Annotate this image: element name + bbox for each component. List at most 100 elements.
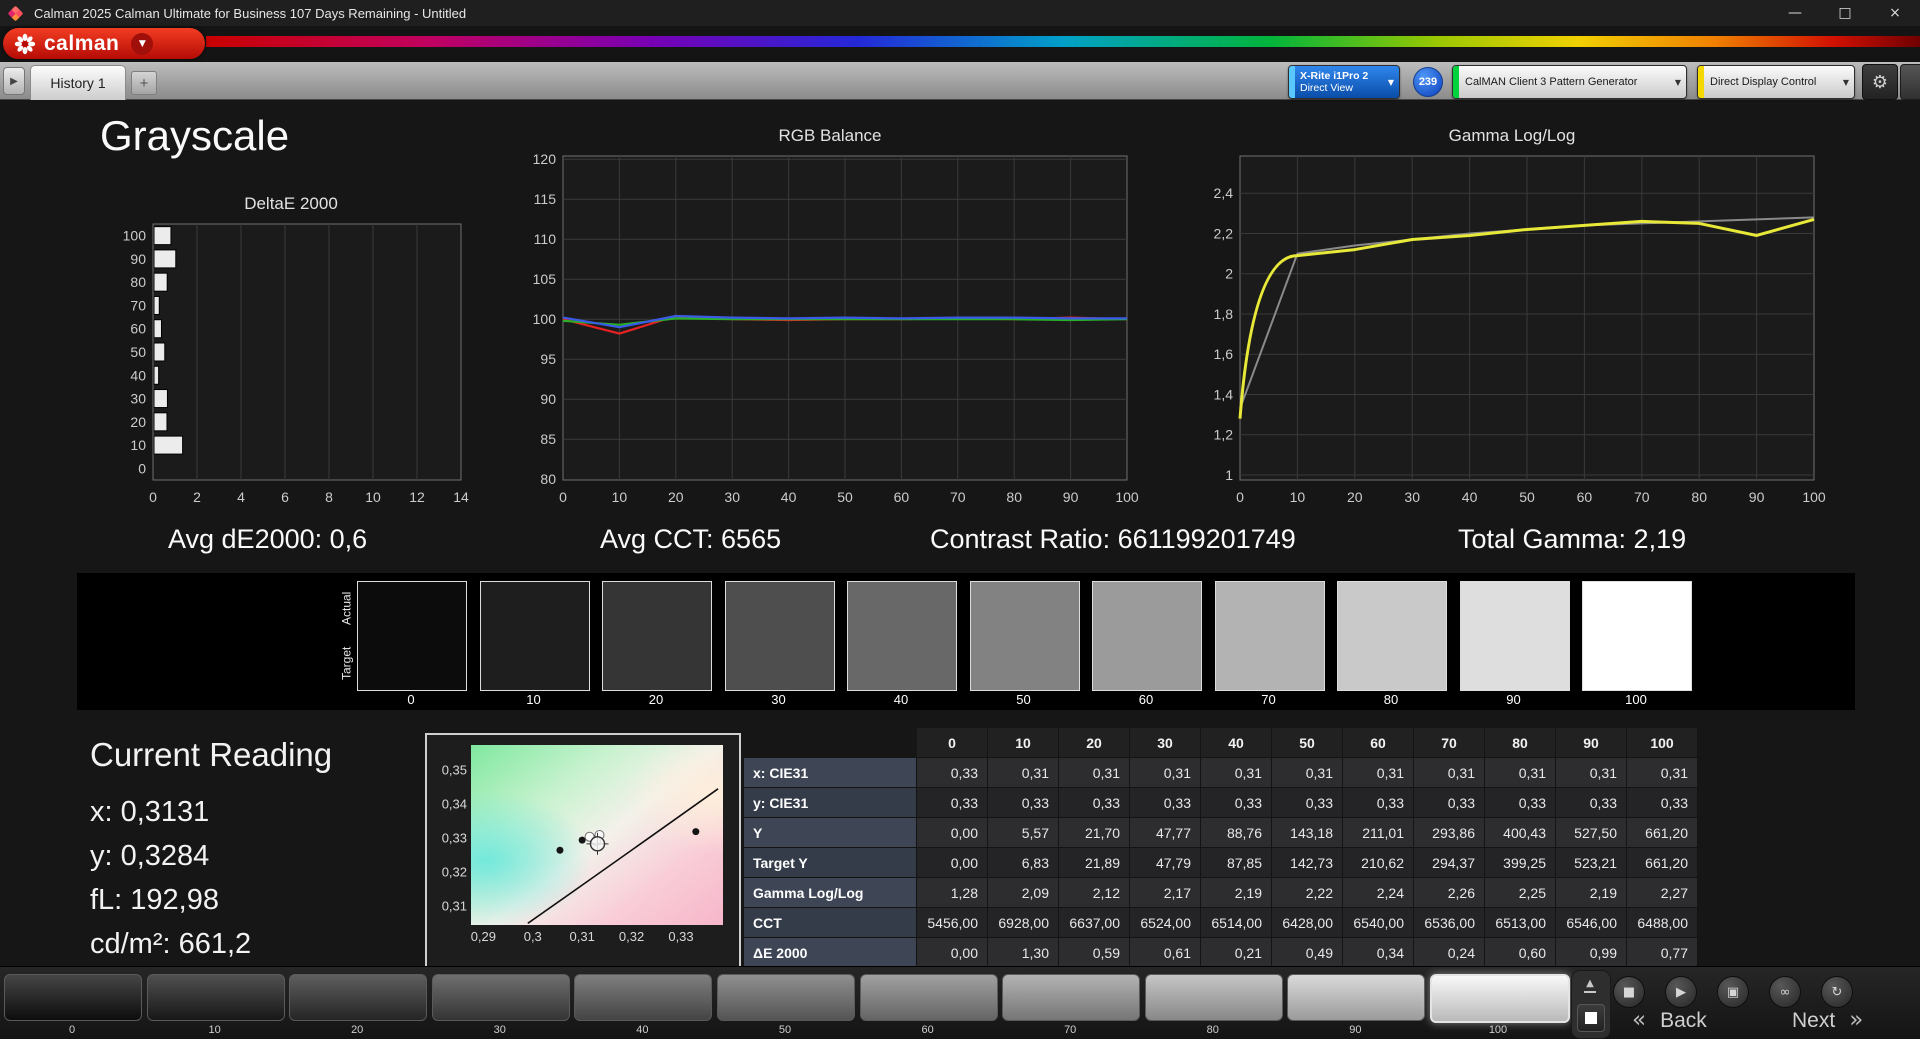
stop-button[interactable]: ■	[1613, 976, 1645, 1008]
patch-button-80[interactable]	[1144, 974, 1283, 1021]
svg-text:10: 10	[1290, 489, 1306, 505]
loop-button[interactable]: ↻	[1821, 976, 1853, 1008]
meter-count-badge[interactable]: 239	[1413, 67, 1443, 97]
minimize-button[interactable]: —	[1770, 0, 1820, 26]
calman-logo-button[interactable]: calman ▼	[3, 28, 205, 59]
cie-x-tick: 0,33	[668, 929, 694, 944]
svg-text:80: 80	[540, 471, 556, 487]
cie-chromaticity-panel: 0,29 0,3 0,31 0,32 0,33 0,35 0,34 0,33 0,32 0,31	[425, 733, 741, 969]
tab-bar: ▶ History 1 + X-Rite i1Pro 2 Direct View…	[0, 62, 1920, 100]
app-icon	[7, 5, 24, 21]
table-cell: 0,00	[916, 817, 988, 848]
display-patch-button[interactable]	[1577, 1004, 1605, 1032]
table-cell: 0,31	[987, 757, 1059, 788]
stop-icon: ■	[1622, 984, 1636, 1000]
row-label: Y	[743, 817, 917, 848]
table-cell: 661,20	[1626, 847, 1698, 878]
current-reading-reticle	[589, 836, 606, 852]
gamma-chart: 0 10 20 30 40 50 60 70 80 90 100 1 1,2 1,4 1,6 1,8 2 2,2 2…	[1192, 148, 1832, 521]
table-cell: 0,99	[1555, 937, 1627, 968]
reading-fl: fL: 192,98	[90, 884, 219, 916]
measured-point	[692, 828, 700, 836]
maximize-button[interactable]: □	[1820, 0, 1870, 26]
continuous-icon: ∞	[1779, 984, 1791, 1000]
chevron-down-icon: ▼	[1387, 77, 1395, 87]
gear-icon: ⚙	[1871, 71, 1889, 93]
patch-button-70[interactable]	[1002, 974, 1141, 1021]
svg-text:70: 70	[950, 489, 966, 505]
svg-text:2,2: 2,2	[1214, 225, 1234, 241]
table-cell: 0,31	[1271, 757, 1343, 788]
close-button[interactable]: ×	[1870, 0, 1920, 26]
next-button[interactable]: Next »	[1792, 1007, 1863, 1033]
patch-button-0[interactable]	[4, 974, 142, 1021]
eject-button[interactable]: ▲	[1576, 973, 1604, 999]
cie-x-tick: 0,29	[470, 929, 496, 944]
row-label: CCT	[743, 907, 917, 938]
table-cell: 88,76	[1200, 817, 1272, 848]
grayscale-swatch-40	[847, 581, 957, 691]
table-cell: 0,31	[1555, 757, 1627, 788]
pattern-generator-dropdown[interactable]: CalMAN Client 3 Pattern Generator ▼	[1452, 65, 1687, 99]
settings-button[interactable]: ⚙	[1862, 64, 1898, 100]
tab-nav-button[interactable]: ▶	[3, 67, 25, 95]
tab-history-1[interactable]: History 1	[30, 65, 126, 100]
svg-text:40: 40	[781, 489, 797, 505]
play-icon: ▶	[1676, 984, 1686, 1000]
svg-text:50: 50	[1519, 489, 1535, 505]
table-cell: 2,19	[1555, 877, 1627, 908]
swatch-level-label: 20	[648, 692, 664, 707]
patch-button-10[interactable]	[146, 974, 285, 1021]
patch-button-60[interactable]	[859, 974, 998, 1021]
display-control-dropdown[interactable]: Direct Display Control ▼	[1697, 65, 1855, 99]
table-cell: 6546,00	[1555, 907, 1627, 938]
svg-text:100: 100	[533, 311, 557, 327]
svg-text:70: 70	[1634, 489, 1650, 505]
svg-text:100: 100	[123, 228, 147, 244]
svg-text:1,6: 1,6	[1214, 346, 1234, 362]
table-cell: 6524,00	[1129, 907, 1201, 938]
rgb-balance-chart-title: RGB Balance	[778, 126, 882, 145]
play-arrow-icon: ▶	[10, 75, 18, 87]
panel-edge-button[interactable]	[1900, 64, 1920, 100]
patch-button-50[interactable]	[717, 974, 855, 1021]
table-cell: 0,31	[1342, 757, 1414, 788]
table-header-cell: 40	[1200, 727, 1272, 758]
table-cell: 0,33	[1555, 787, 1627, 818]
eject-icon: ▲	[1586, 978, 1594, 989]
table-cell: 0,59	[1058, 937, 1130, 968]
patch-button-90[interactable]	[1287, 974, 1426, 1021]
svg-text:4: 4	[237, 489, 245, 505]
deltae-bar-60	[153, 319, 162, 339]
svg-text:2: 2	[1225, 266, 1233, 282]
patch-button-20[interactable]	[289, 974, 428, 1021]
grayscale-swatch-0	[357, 581, 467, 691]
patch-button-100[interactable]	[1430, 974, 1570, 1023]
patch-button-40[interactable]	[574, 974, 713, 1021]
table-cell: 21,89	[1058, 847, 1130, 878]
loop-icon: ↻	[1831, 984, 1843, 1000]
continuous-button[interactable]: ∞	[1769, 976, 1801, 1008]
svg-text:14: 14	[453, 489, 469, 505]
cie-gamut-area	[471, 745, 723, 925]
measured-point	[578, 836, 586, 844]
add-tab-button[interactable]: +	[131, 71, 157, 95]
table-cell: 6428,00	[1271, 907, 1343, 938]
save-button[interactable]: ▣	[1717, 976, 1749, 1008]
meter-dropdown[interactable]: X-Rite i1Pro 2 Direct View ▼	[1288, 65, 1400, 99]
grayscale-swatch-20	[602, 581, 712, 691]
patch-button-30[interactable]	[431, 974, 570, 1021]
play-button[interactable]: ▶	[1665, 976, 1697, 1008]
table-cell: 2,19	[1200, 877, 1272, 908]
svg-text:50: 50	[837, 489, 853, 505]
table-cell: 0,33	[916, 787, 988, 818]
svg-text:90: 90	[1749, 489, 1765, 505]
chevron-down-icon: ▼	[1674, 77, 1682, 87]
table-cell: 5456,00	[916, 907, 988, 938]
table-cell: 6536,00	[1413, 907, 1485, 938]
meter-label: X-Rite i1Pro 2 Direct View	[1295, 70, 1383, 94]
table-cell: 527,50	[1555, 817, 1627, 848]
logo-menu-button[interactable]: ▼	[131, 32, 154, 55]
back-button[interactable]: « Back	[1632, 1007, 1707, 1033]
table-cell: 6488,00	[1626, 907, 1698, 938]
